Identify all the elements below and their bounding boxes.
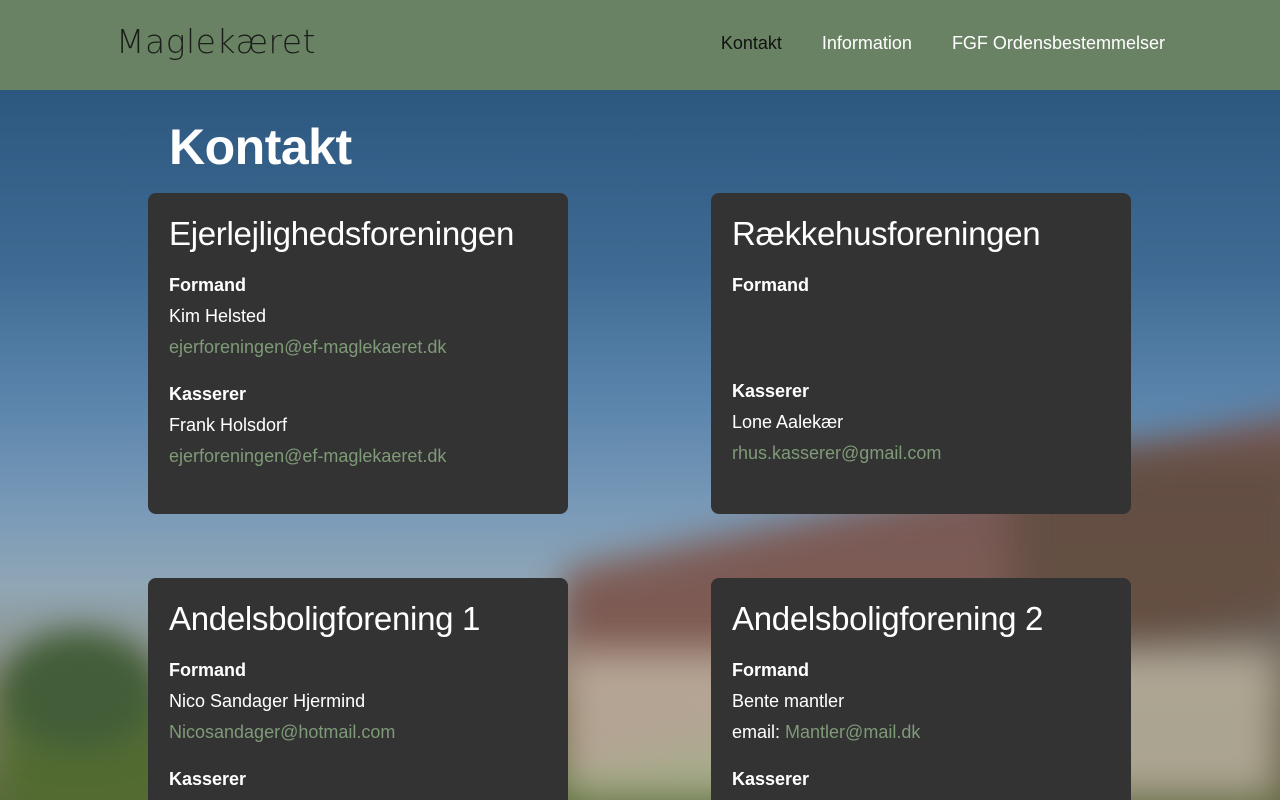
formand-empty [732,306,1110,381]
formand-email-link[interactable]: ejerforeningen@ef-maglekaeret.dk [169,337,446,357]
formand-email-link[interactable]: Mantler@mail.dk [785,722,920,742]
email-prefix: email: [732,722,781,742]
formand-label: Formand [169,660,247,680]
formand-label: Formand [169,275,247,295]
kasserer-email-link[interactable]: ejerforeningen@ef-maglekaeret.dk [169,446,446,466]
kasserer-label: Kasserer [732,769,810,789]
contact-card-andelsbolig-2: Andelsboligforening 2 Formand Bente mant… [711,578,1131,800]
formand-name: Nico Sandager Hjermind [169,691,366,711]
card-title: Rækkehusforeningen [732,215,1041,252]
kasserer-email-link[interactable]: rhus.kasserer@gmail.com [732,443,941,463]
card-title: Andelsboligforening 2 [732,600,1044,637]
contact-card-ejerlejlighed: Ejerlejlighedsforeningen Formand Kim Hel… [148,193,568,514]
card-title: Ejerlejlighedsforeningen [169,215,515,252]
kasserer-label: Kasserer [732,381,810,401]
kasserer-label: Kasserer [169,769,247,789]
formand-label: Formand [732,275,810,295]
kasserer-name: Frank Holsdorf [169,415,288,435]
nav-link-kontakt[interactable]: Kontakt [721,33,782,54]
kasserer-name: Lone Aalekær [732,412,844,432]
contact-card-andelsbolig-1: Andelsboligforening 1 Formand Nico Sanda… [148,578,568,800]
formand-label: Formand [732,660,810,680]
nav-link-ordensbestemmelser[interactable]: FGF Ordensbestemmelser [952,33,1165,54]
card-title: Andelsboligforening 1 [169,600,481,637]
formand-email-link[interactable]: Nicosandager@hotmail.com [169,722,395,742]
formand-name: Kim Helsted [169,306,267,326]
contact-card-raekkehus: Rækkehusforeningen Formand Kasserer Lone… [711,193,1131,514]
page-title: Kontakt [169,119,352,175]
nav-link-information[interactable]: Information [822,33,912,54]
main-nav: Kontakt Information FGF Ordensbestemmels… [721,33,1165,54]
site-header: Maglekæret Kontakt Information FGF Orden… [0,0,1280,90]
site-logo[interactable]: Maglekæret [116,22,316,61]
kasserer-label: Kasserer [169,384,247,404]
formand-name: Bente mantler [732,691,845,711]
